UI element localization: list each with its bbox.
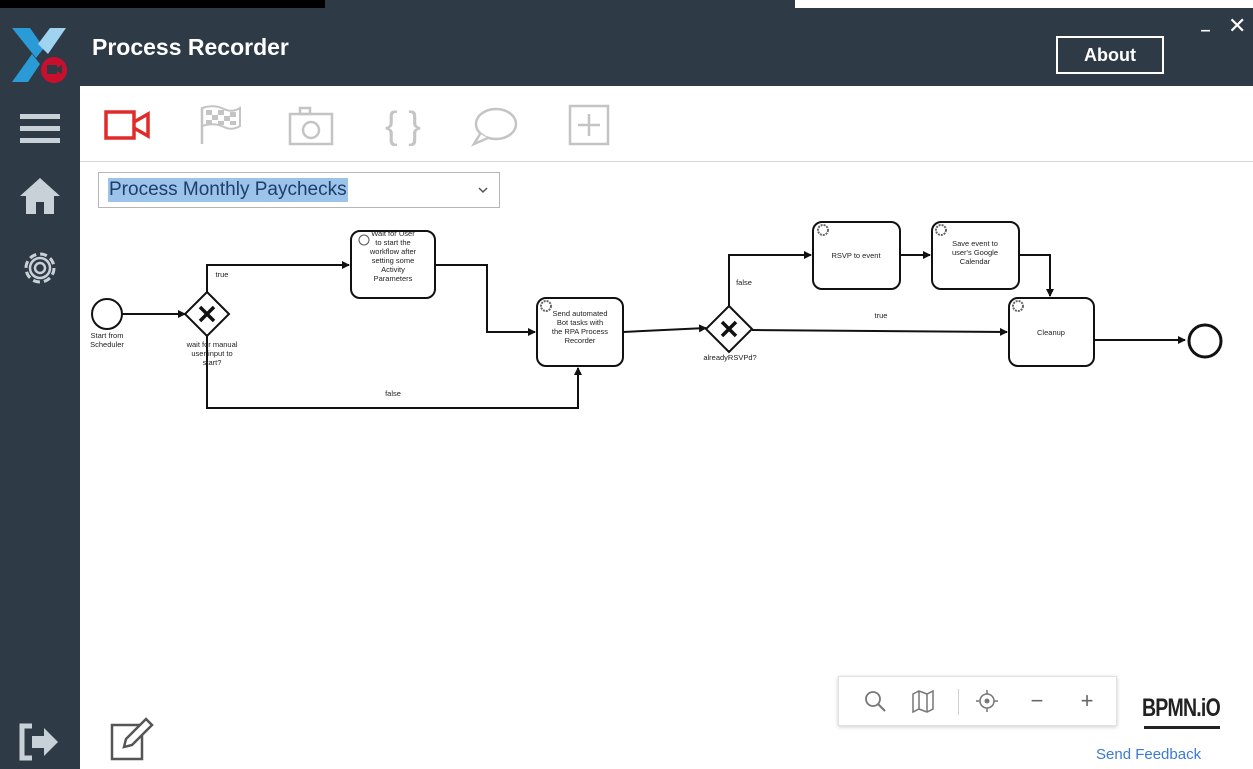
camera-icon[interactable]: [286, 102, 336, 148]
logout-icon[interactable]: [18, 720, 62, 764]
app-logo-icon: [12, 28, 67, 83]
toolbar: { }: [80, 86, 1253, 162]
search-icon[interactable]: [861, 687, 889, 715]
comment-icon[interactable]: [470, 102, 520, 148]
start-event[interactable]: [91, 298, 123, 330]
close-button[interactable]: ✕: [1228, 14, 1246, 39]
top-strip: [0, 0, 1253, 8]
end-event[interactable]: [1187, 323, 1223, 359]
bpmn-logo-underline: [1144, 726, 1220, 729]
gateway1-false-label: false: [385, 389, 401, 398]
gateway1-label: wait for manual user input to start?: [186, 340, 238, 367]
exclusive-gateway-1[interactable]: [183, 290, 231, 338]
target-icon[interactable]: [973, 687, 1001, 715]
add-icon[interactable]: [564, 102, 614, 148]
chevron-down-icon: [478, 187, 488, 194]
braces-icon[interactable]: { }: [378, 102, 428, 148]
checkered-flag-icon[interactable]: [194, 102, 244, 148]
app-title: Process Recorder: [92, 34, 289, 60]
send-feedback-link[interactable]: Send Feedback: [1096, 746, 1201, 763]
settings-icon[interactable]: [18, 246, 62, 290]
map-icon[interactable]: [909, 687, 937, 715]
sidebar: [0, 86, 80, 769]
start-event-label: Start from Scheduler: [90, 331, 124, 349]
gateway2-label: alreadyRSVPd?: [703, 353, 756, 362]
title-bar: Process Recorder About – ✕: [0, 8, 1253, 86]
process-select-value: Process Monthly Paychecks: [108, 178, 348, 202]
exclusive-gateway-2[interactable]: [704, 304, 754, 354]
top-strip-dark: [0, 0, 325, 8]
gateway1-true-label: true: [216, 270, 229, 279]
task-wait-text: Wait for User to start the workflow after s…: [369, 229, 417, 283]
task-rsvp-text: RSVP to event: [831, 251, 881, 260]
minimize-button[interactable]: –: [1200, 18, 1211, 43]
home-icon[interactable]: [18, 174, 62, 218]
gateway2-false-label: false: [736, 278, 752, 287]
zoom-in-button[interactable]: +: [1073, 687, 1101, 715]
edit-icon[interactable]: [108, 715, 156, 763]
process-select[interactable]: Process Monthly Paychecks: [98, 172, 500, 208]
zoom-separator: [958, 689, 959, 715]
about-button[interactable]: About: [1056, 36, 1164, 74]
gateway2-true-label: true: [875, 311, 888, 320]
svg-text:{ }: { }: [385, 105, 421, 147]
user-task-icon: [358, 234, 370, 246]
bpmn-canvas[interactable]: Start from Scheduler wait for manual user …: [80, 210, 1253, 690]
zoom-controls: − +: [838, 676, 1117, 726]
menu-icon[interactable]: [18, 106, 62, 150]
zoom-out-button[interactable]: −: [1023, 687, 1051, 715]
record-video-icon[interactable]: [102, 102, 152, 148]
bpmn-io-logo[interactable]: BPMN.iO: [1142, 694, 1221, 723]
top-strip-mid: [325, 0, 795, 8]
task-cleanup-text: Cleanup: [1037, 328, 1065, 337]
